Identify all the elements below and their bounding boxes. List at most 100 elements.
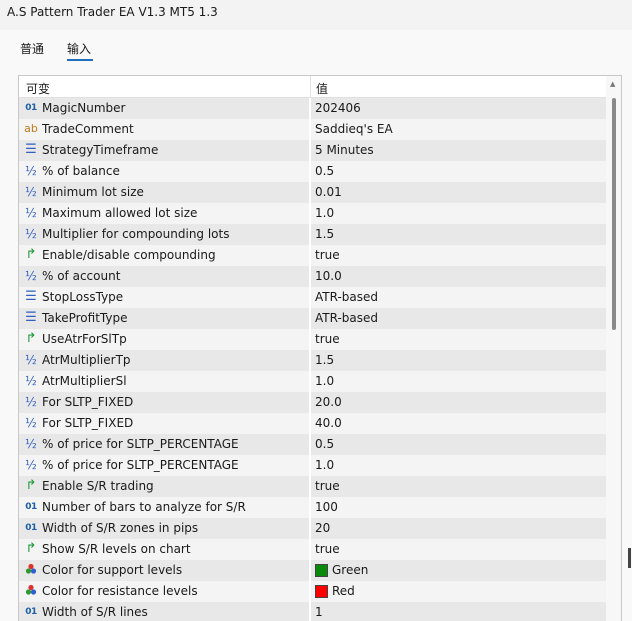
table-row[interactable]: ☰ StopLossType ATR-based [19,287,606,308]
double-icon: ½ [25,416,37,430]
value-cell[interactable]: 0.01 [311,182,606,203]
variable-cell[interactable]: ½ AtrMultiplierSl [19,371,310,392]
value-cell[interactable]: true [311,476,606,497]
value-cell[interactable]: 0.5 [311,434,606,455]
variable-cell[interactable]: ☰ StopLossType [19,287,310,308]
variable-cell[interactable]: ½ For SLTP_FIXED [19,413,310,434]
value-cell[interactable]: 40.0 [311,413,606,434]
table-row[interactable]: 01 Width of S/R zones in pips 20 [19,518,606,539]
table-row[interactable]: ½ Maximum allowed lot size 1.0 [19,203,606,224]
value-cell[interactable]: ATR-based [311,287,606,308]
variable-cell[interactable]: ½ For SLTP_FIXED [19,392,310,413]
variable-cell[interactable]: ☰ StrategyTimeframe [19,140,310,161]
value-cell[interactable]: true [311,329,606,350]
variable-name: Width of S/R zones in pips [42,521,199,535]
variable-cell[interactable]: ½ Multiplier for compounding lots [19,224,310,245]
value-cell[interactable]: 20.0 [311,392,606,413]
variable-cell[interactable]: 01 Width of S/R zones in pips [19,518,310,539]
variable-cell[interactable]: 01 Number of bars to analyze for S/R [19,497,310,518]
table-row[interactable]: ☰ StrategyTimeframe 5 Minutes [19,140,606,161]
variable-cell[interactable]: 01 MagicNumber [19,98,310,119]
table-row[interactable]: ½ AtrMultiplierTp 1.5 [19,350,606,371]
table-row[interactable]: ↱ Show S/R levels on chart true [19,539,606,560]
active-tab-indicator [67,59,93,61]
bool-icon: ↱ [25,331,37,346]
value-cell[interactable]: true [311,539,606,560]
table-row[interactable]: 01 MagicNumber 202406 [19,98,606,119]
variable-value: 0.5 [315,437,335,451]
table-row[interactable]: ↱ Enable S/R trading true [19,476,606,497]
color-swatch[interactable] [315,585,328,598]
value-cell[interactable]: 1.0 [311,371,606,392]
variable-cell[interactable]: ab TradeComment [19,119,310,140]
variable-cell[interactable]: Color for support levels [19,560,310,581]
scroll-thumb[interactable] [612,98,616,330]
table-row[interactable]: Color for resistance levels Red [19,581,606,602]
table-row[interactable]: ↱ UseAtrForSlTp true [19,329,606,350]
value-cell[interactable]: 1 [311,602,606,621]
variable-cell[interactable]: ↱ Show S/R levels on chart [19,539,310,560]
column-divider[interactable] [310,76,311,98]
table-row[interactable]: ½ For SLTP_FIXED 40.0 [19,413,606,434]
bool-icon: ↱ [25,247,37,262]
vertical-scrollbar[interactable]: ▲ [606,76,621,621]
variable-cell[interactable]: ½ % of price for SLTP_PERCENTAGE [19,455,310,476]
variable-cell[interactable]: ½ Maximum allowed lot size [19,203,310,224]
variable-cell[interactable]: 01 Width of S/R lines [19,602,310,621]
variable-name: For SLTP_FIXED [42,395,134,409]
value-cell[interactable]: Green [311,560,606,581]
header-value[interactable]: 值 [316,80,328,97]
value-cell[interactable]: 1.0 [311,455,606,476]
value-cell[interactable]: 10.0 [311,266,606,287]
variable-cell[interactable]: Color for resistance levels [19,581,310,602]
variable-name: % of price for SLTP_PERCENTAGE [42,437,239,451]
table-row[interactable]: ½ % of price for SLTP_PERCENTAGE 1.0 [19,455,606,476]
value-cell[interactable]: 1.5 [311,350,606,371]
variable-cell[interactable]: ½ AtrMultiplierTp [19,350,310,371]
variable-value: 1 [315,605,323,619]
variable-cell[interactable]: ½ % of price for SLTP_PERCENTAGE [19,434,310,455]
header-variable[interactable]: 可变 [26,80,50,97]
value-cell[interactable]: ATR-based [311,308,606,329]
table-row[interactable]: ½ For SLTP_FIXED 20.0 [19,392,606,413]
variable-value: Green [332,563,369,577]
table-row[interactable]: ab TradeComment Saddieq's EA [19,119,606,140]
value-cell[interactable]: 1.0 [311,203,606,224]
value-cell[interactable]: Saddieq's EA [311,119,606,140]
variable-cell[interactable]: ½ % of balance [19,161,310,182]
variable-value: true [315,479,340,493]
table-row[interactable]: ↱ Enable/disable compounding true [19,245,606,266]
variable-name: Multiplier for compounding lots [42,227,230,241]
value-cell[interactable]: 0.5 [311,161,606,182]
variable-cell[interactable]: ↱ UseAtrForSlTp [19,329,310,350]
variable-value: true [315,332,340,346]
scroll-up-arrow-icon[interactable]: ▲ [610,80,615,88]
variable-cell[interactable]: ↱ Enable/disable compounding [19,245,310,266]
table-row[interactable]: ½ % of account 10.0 [19,266,606,287]
table-row[interactable]: ½ % of balance 0.5 [19,161,606,182]
table-row[interactable]: 01 Width of S/R lines 1 [19,602,606,621]
variable-name: Color for support levels [42,563,183,577]
value-cell[interactable]: 1.5 [311,224,606,245]
double-icon: ½ [25,437,37,451]
table-row[interactable]: ½ Minimum lot size 0.01 [19,182,606,203]
table-row[interactable]: ☰ TakeProfitType ATR-based [19,308,606,329]
table-row[interactable]: Color for support levels Green [19,560,606,581]
color-swatch[interactable] [315,564,328,577]
value-cell[interactable]: 202406 [311,98,606,119]
value-cell[interactable]: 20 [311,518,606,539]
tab-general[interactable]: 普通 [20,40,44,57]
value-cell[interactable]: true [311,245,606,266]
value-cell[interactable]: 5 Minutes [311,140,606,161]
tab-inputs[interactable]: 输入 [67,40,91,57]
value-cell[interactable]: Red [311,581,606,602]
variable-cell[interactable]: ↱ Enable S/R trading [19,476,310,497]
table-row[interactable]: ½ % of price for SLTP_PERCENTAGE 0.5 [19,434,606,455]
table-row[interactable]: ½ AtrMultiplierSl 1.0 [19,371,606,392]
value-cell[interactable]: 100 [311,497,606,518]
table-row[interactable]: 01 Number of bars to analyze for S/R 100 [19,497,606,518]
variable-cell[interactable]: ☰ TakeProfitType [19,308,310,329]
variable-cell[interactable]: ½ % of account [19,266,310,287]
table-row[interactable]: ½ Multiplier for compounding lots 1.5 [19,224,606,245]
variable-cell[interactable]: ½ Minimum lot size [19,182,310,203]
